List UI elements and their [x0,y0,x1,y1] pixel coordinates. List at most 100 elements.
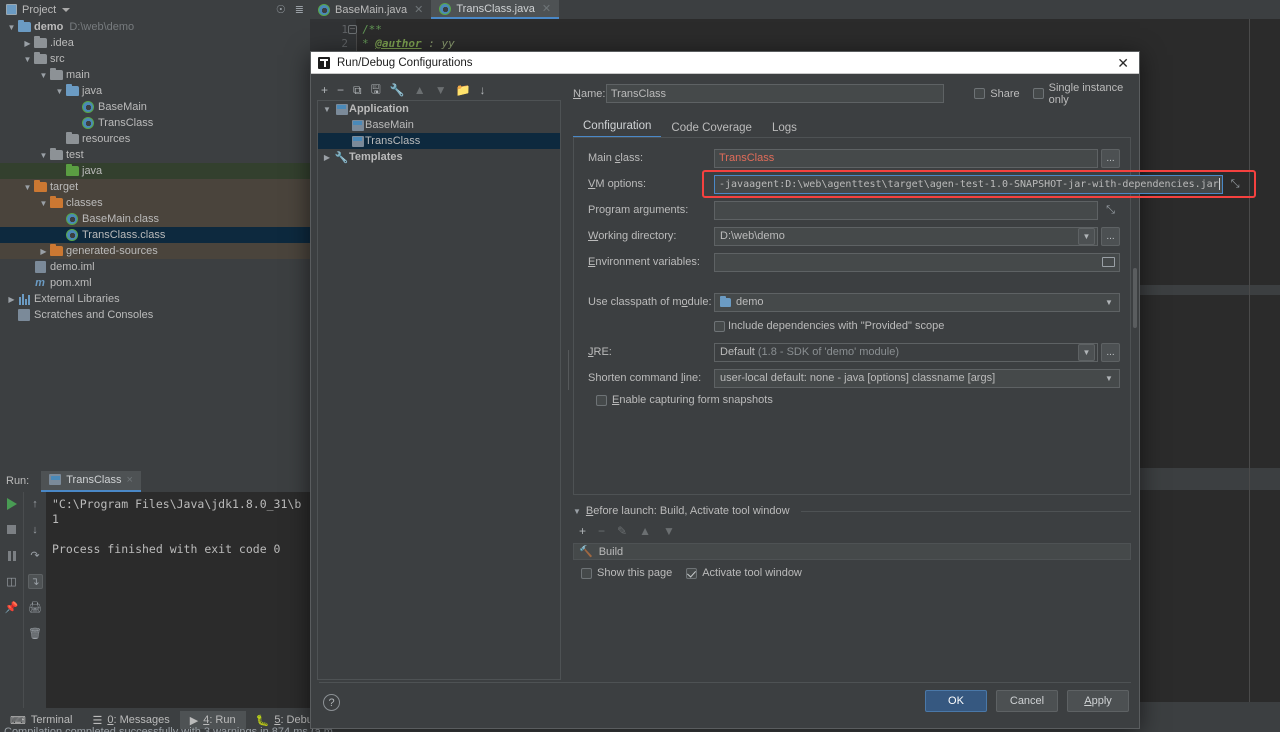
new-folder-icon[interactable]: 📁 [456,83,471,97]
layout-icon[interactable]: ◫ [4,574,19,589]
chevron-down-icon[interactable]: ▼ [1078,343,1095,361]
chevron-down-icon[interactable] [62,7,71,12]
save-icon[interactable]: 🖫 [371,80,381,101]
chevron-down-icon[interactable]: ▼ [22,183,33,192]
tab-code-coverage[interactable]: Code Coverage [661,120,762,138]
include-dependencies-checkbox[interactable] [714,320,725,332]
chevron-right-icon[interactable]: ▶ [6,295,17,304]
project-tree-item[interactable]: ▼ target [0,179,310,195]
chevron-right-icon[interactable]: ▶ [38,247,49,256]
configurations-tree[interactable]: ▼ Application BaseMain TransClass ▶ 🔧 Template… [317,100,561,680]
scroll-up-icon[interactable]: ↑ [28,496,43,511]
chevron-down-icon[interactable]: ▼ [573,507,581,516]
project-tree-item[interactable]: java [0,163,310,179]
print-icon[interactable]: 🖨 [28,600,43,615]
environment-variables-input[interactable] [714,252,1120,272]
project-tree-item[interactable]: ▼ classes [0,195,310,211]
project-tree-item[interactable]: TransClass.class [0,227,310,243]
browse-main-class-button[interactable]: ... [1101,148,1120,168]
run-icon[interactable] [4,496,19,511]
dialog-splitter[interactable] [566,80,571,680]
config-tree-item[interactable]: TransClass [318,133,560,149]
run-tab-transclass[interactable]: TransClass × [41,470,141,492]
project-tree-item[interactable]: ▼ demo D:\web\demo [0,19,310,35]
chevron-down-icon[interactable]: ▼ [6,23,17,32]
chevron-down-icon[interactable]: ▼ [1101,298,1117,307]
share-checkbox[interactable] [974,88,986,99]
project-tree-item[interactable]: resources [0,131,310,147]
project-tree-item[interactable]: ▼ java [0,83,310,99]
ok-button[interactable]: OK [925,690,987,712]
panel-scrollbar[interactable] [1133,268,1137,328]
tab-configuration[interactable]: Configuration [573,118,662,138]
config-tree-item[interactable]: ▶ 🔧 Templates [318,149,560,165]
chevron-down-icon[interactable]: ▼ [1101,374,1117,383]
scroll-down-icon[interactable]: ↓ [28,522,43,537]
show-page-checkbox[interactable] [581,567,592,579]
pause-icon[interactable] [4,548,19,563]
config-tree-item[interactable]: ▼ Application [318,101,560,117]
snapshots-checkbox-row[interactable]: Enable capturing form snapshots [596,394,1120,406]
expand-program-arguments-button[interactable]: ⤡ [1101,201,1120,220]
project-tree-item[interactable]: BaseMain.class [0,211,310,227]
name-input[interactable]: TransClass [605,84,945,103]
close-icon[interactable]: ✕ [414,3,423,16]
project-tree-item[interactable]: BaseMain [0,99,310,115]
chevron-down-icon[interactable]: ▼ [54,87,65,96]
chevron-down-icon[interactable]: ▼ [320,105,334,114]
browse-jre-button[interactable]: ... [1101,342,1120,362]
project-tree-item[interactable]: ▶ .idea [0,35,310,51]
collapse-all-icon[interactable]: ☉ [276,3,286,16]
chevron-down-icon[interactable]: ▼ [38,71,49,80]
project-tree-item[interactable]: m pom.xml [0,275,310,291]
use-classpath-combo[interactable]: demo ▼ [714,292,1120,312]
single-instance-checkbox[interactable] [1032,88,1044,99]
chevron-down-icon[interactable]: ▼ [1078,227,1095,245]
single-instance-checkbox-row[interactable]: Single instance only [1032,82,1131,106]
editor-tab-transclass[interactable]: TransClass.java ✕ [431,0,560,19]
soft-wrap-icon[interactable]: ↷ [28,548,43,563]
close-icon[interactable]: ✕ [1114,56,1132,70]
trash-icon[interactable]: 🗑 [28,626,43,641]
project-tree-item[interactable]: TransClass [0,115,310,131]
sort-icon[interactable]: ↓​ [480,83,486,97]
project-tree-item[interactable]: ▼ test [0,147,310,163]
chevron-right-icon[interactable]: ▶ [320,153,334,162]
browse-folder-icon[interactable] [1102,257,1115,267]
help-button[interactable]: ? [323,694,340,711]
add-icon[interactable]: + [579,524,586,538]
before-launch-header[interactable]: ▼ Before launch: Build, Activate tool wi… [573,505,1131,517]
vm-options-input[interactable]: -javaagent:D:\web\agenttest\target\agen-… [714,174,1223,194]
scroll-to-end-icon[interactable]: ↴ [27,574,43,589]
chevron-right-icon[interactable]: ▶ [22,39,33,48]
project-tree-item[interactable]: ▼ main [0,67,310,83]
cancel-button[interactable]: Cancel [996,690,1058,712]
edit-templates-icon[interactable]: 🔧 [390,83,405,97]
chevron-down-icon[interactable]: ▼ [38,151,49,160]
snapshots-checkbox[interactable] [596,394,607,406]
chevron-down-icon[interactable]: ▼ [22,55,33,64]
settings-icon[interactable]: ≣ [295,3,304,16]
run-console-output[interactable]: "C:\Program Files\Java\jdk1.8.0_31\b 1 P… [46,492,310,708]
program-arguments-input[interactable] [714,200,1098,220]
project-tree[interactable]: ▼ demo D:\web\demo ▶ .idea ▼ src ▼ main ▼ java Base… [0,19,310,468]
pin-icon[interactable]: 📌 [4,600,19,615]
project-tree-item[interactable]: ▼ src [0,51,310,67]
share-checkbox-row[interactable]: Share [974,88,1020,100]
config-tree-item[interactable]: BaseMain [318,117,560,133]
tab-logs[interactable]: Logs [762,120,807,138]
remove-icon[interactable]: − [337,83,344,97]
activate-window-checkbox-row[interactable]: Activate tool window [686,567,802,579]
main-class-input[interactable]: TransClass [714,148,1098,168]
add-icon[interactable]: + [321,83,328,97]
close-icon[interactable]: ✕ [542,2,551,15]
apply-button[interactable]: Apply [1067,690,1129,712]
stop-icon[interactable] [4,522,19,537]
browse-working-directory-button[interactable]: ... [1101,226,1120,246]
project-tree-item[interactable]: ▶ generated-sources [0,243,310,259]
working-directory-combo[interactable]: D:\web\demo ▼ [714,226,1098,246]
expand-vm-options-button[interactable]: ⤡ [1226,175,1245,194]
chevron-down-icon[interactable]: ▼ [38,199,49,208]
jre-combo[interactable]: Default (1.8 - SDK of 'demo' module) ▼ [714,342,1098,362]
copy-icon[interactable]: ⧉ [353,83,362,98]
